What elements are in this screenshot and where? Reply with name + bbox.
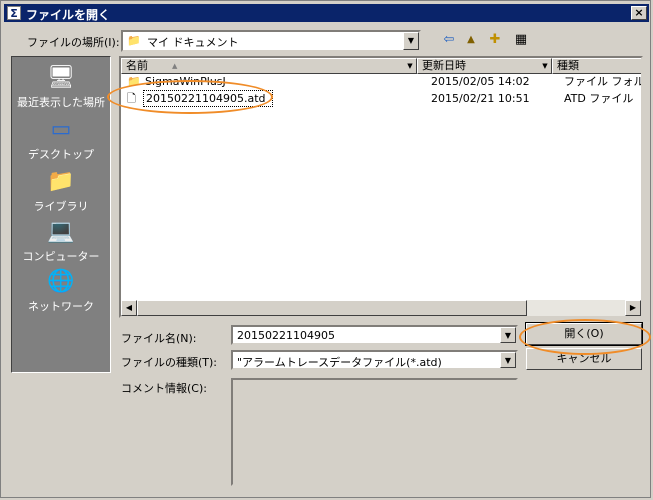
- column-dropdown-icon[interactable]: ▼: [539, 59, 551, 73]
- place-label: ネットワーク: [28, 300, 94, 313]
- column-label: 更新日時: [422, 59, 466, 72]
- cancel-button[interactable]: キャンセル: [526, 348, 642, 370]
- list-item[interactable]: 📁 SigmaWinPlusJ 2015/02/05 14:02 ファイル フォ…: [121, 73, 641, 90]
- scroll-right-icon[interactable]: ▶: [625, 300, 641, 316]
- file-name: 20150221104905.atd: [143, 90, 273, 107]
- chevron-down-icon[interactable]: ▼: [403, 32, 419, 50]
- new-folder-icon[interactable]: ✚: [485, 31, 505, 49]
- place-recent[interactable]: 🖥 最近表示した場所: [12, 61, 110, 111]
- column-label: 名前: [126, 59, 148, 72]
- comment-box: [231, 378, 518, 486]
- open-button[interactable]: 開く(O): [525, 322, 643, 346]
- column-label: 種類: [557, 59, 579, 72]
- chevron-down-icon[interactable]: ▼: [500, 352, 516, 368]
- place-library[interactable]: 📁 ライブラリ: [12, 165, 110, 215]
- place-label: 最近表示した場所: [17, 96, 105, 109]
- open-file-dialog: Σ ファイルを開く × ファイルの場所(I): 📁 マイ ドキュメント ▼ ⇦ …: [0, 0, 651, 498]
- look-in-value: マイ ドキュメント: [147, 36, 239, 49]
- place-computer[interactable]: 💻 コンピューター: [12, 215, 110, 265]
- recent-icon: 🖥: [47, 65, 75, 90]
- filename-input[interactable]: 20150221104905 ▼: [231, 325, 518, 345]
- desktop-icon: ▭: [50, 117, 72, 142]
- close-button[interactable]: ×: [631, 6, 647, 20]
- column-header-date[interactable]: 更新日時 ▼: [417, 58, 552, 74]
- filetype-value: "アラームトレースデータファイル(*.atd): [237, 356, 442, 369]
- column-dropdown-icon[interactable]: ▼: [404, 59, 416, 73]
- app-icon: Σ: [7, 6, 21, 20]
- place-label: ライブラリ: [33, 200, 89, 213]
- place-desktop[interactable]: ▭ デスクトップ: [12, 113, 110, 163]
- file-date: 2015/02/21 10:51: [431, 92, 530, 105]
- place-label: デスクトップ: [28, 148, 94, 161]
- scroll-left-icon[interactable]: ◀: [121, 300, 137, 316]
- column-header-type[interactable]: 種類: [552, 58, 641, 74]
- scroll-thumb[interactable]: [137, 300, 527, 316]
- file-date: 2015/02/05 14:02: [431, 75, 530, 88]
- network-icon: 🌐: [47, 269, 75, 294]
- filetype-label: ファイルの種類(T):: [121, 356, 218, 369]
- chevron-down-icon[interactable]: ▼: [500, 327, 516, 343]
- file-icon: 🗋: [127, 92, 136, 105]
- place-network[interactable]: 🌐 ネットワーク: [12, 265, 110, 315]
- look-in-label: ファイルの場所(I):: [27, 36, 120, 49]
- folder-icon: 📁: [127, 75, 141, 88]
- title-bar: Σ ファイルを開く ×: [4, 4, 649, 22]
- file-type: ATD ファイル: [564, 92, 634, 105]
- column-header-name[interactable]: 名前 ▲ ▼: [121, 58, 417, 74]
- places-bar: 🖥 最近表示した場所 ▭ デスクトップ 📁 ライブラリ 💻 コンピューター 🌐 …: [11, 56, 111, 373]
- file-list[interactable]: 名前 ▲ ▼ 更新日時 ▼ 種類 📁 SigmaWinPlusJ 2015/02…: [119, 56, 643, 318]
- filetype-select[interactable]: "アラームトレースデータファイル(*.atd) ▼: [231, 350, 518, 370]
- horizontal-scrollbar[interactable]: ◀ ▶: [121, 300, 641, 316]
- up-folder-icon[interactable]: ▲: [461, 31, 481, 49]
- back-icon[interactable]: ⇦: [439, 31, 459, 49]
- file-type: ファイル フォルダー: [564, 75, 641, 88]
- filename-value: 20150221104905: [237, 329, 335, 342]
- dialog-title: ファイルを開く: [26, 8, 111, 22]
- sort-icon: ▲: [172, 62, 178, 70]
- place-label: コンピューター: [22, 250, 100, 263]
- computer-icon: 💻: [47, 219, 75, 244]
- filename-label: ファイル名(N):: [121, 332, 197, 345]
- file-name: SigmaWinPlusJ: [145, 75, 226, 88]
- folder-icon: 📁: [127, 34, 141, 47]
- library-icon: 📁: [47, 169, 75, 194]
- comment-label: コメント情報(C):: [121, 382, 207, 395]
- list-item[interactable]: 🗋 20150221104905.atd 2015/02/21 10:51 AT…: [121, 90, 641, 107]
- view-menu-icon[interactable]: ▦: [509, 31, 533, 49]
- look-in-combo[interactable]: 📁 マイ ドキュメント ▼: [121, 30, 421, 52]
